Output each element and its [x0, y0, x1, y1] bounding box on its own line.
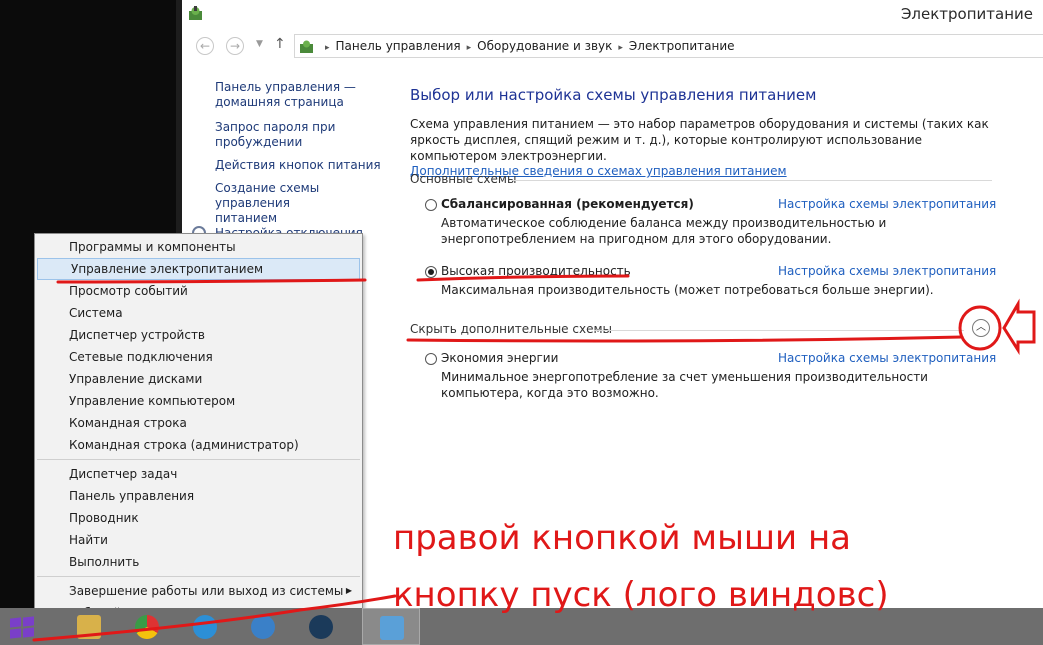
menu-item-task-manager[interactable]: Диспетчер задач: [35, 463, 362, 485]
sidebar-item-power-buttons[interactable]: Действия кнопок питания: [215, 158, 395, 173]
folder-icon: [77, 615, 101, 639]
taskbar-app-explorer[interactable]: [60, 608, 118, 645]
plan-name-balanced[interactable]: Сбалансированная (рекомендуется): [441, 197, 694, 211]
breadcrumb-power-options[interactable]: Электропитание: [629, 39, 735, 53]
submenu-arrow-icon: ▶: [345, 586, 352, 595]
menu-item-power-options[interactable]: Управление электропитанием: [37, 258, 360, 280]
plan-description-power-saver: Минимальное энергопотребление за счет ум…: [441, 370, 928, 400]
sidebar: Панель управления — домашняя страница За…: [215, 80, 395, 234]
chrome-icon: [135, 615, 159, 639]
section-divider: [512, 180, 992, 181]
breadcrumb-separator-icon: ▸: [466, 43, 472, 53]
windows-logo-icon: [10, 617, 21, 628]
hide-additional-plans-header[interactable]: Скрыть дополнительные схемы: [410, 322, 612, 336]
forward-button[interactable]: →: [226, 37, 244, 55]
menu-item-control-panel[interactable]: Панель управления: [35, 485, 362, 507]
plan-name-power-saver[interactable]: Экономия энергии: [441, 351, 558, 365]
plan-description-high-performance: Максимальная производительность (может п…: [441, 283, 934, 297]
menu-item-network-connections[interactable]: Сетевые подключения: [35, 346, 362, 368]
preferred-plans-header: Основные схемы: [410, 172, 517, 186]
taskbar-app-steam[interactable]: [292, 608, 350, 645]
menu-item-programs[interactable]: Программы и компоненты: [35, 236, 362, 258]
sidebar-item-create-plan[interactable]: Создание схемы управления питанием: [215, 181, 395, 226]
collapse-chevron-up-icon[interactable]: ︿: [972, 319, 990, 337]
taskbar-app-skype[interactable]: [176, 608, 234, 645]
taskbar-app-chrome[interactable]: [118, 608, 176, 645]
breadcrumb-control-panel[interactable]: Панель управления: [336, 39, 461, 53]
plan-description-balanced: Автоматическое соблюдение баланса между …: [441, 216, 887, 246]
section-divider: [594, 330, 964, 331]
forward-arrow-icon: →: [229, 39, 241, 53]
control-panel-icon: [189, 6, 202, 20]
power-saver-radio[interactable]: [425, 353, 437, 365]
windows-logo-icon: [23, 627, 34, 638]
up-arrow-icon[interactable]: ↑: [274, 36, 286, 52]
taskbar-app-ie[interactable]: [234, 608, 292, 645]
menu-item-event-viewer[interactable]: Просмотр событий: [35, 280, 362, 302]
intro-text: Схема управления питанием — это набор па…: [410, 117, 989, 163]
recent-locations-dropdown-icon[interactable]: ▼: [256, 39, 263, 49]
menu-item-disk-management[interactable]: Управление дисками: [35, 368, 362, 390]
annotation-line-1: правой кнопкой мыши на: [393, 518, 852, 558]
control-panel-icon: [380, 616, 404, 640]
menu-item-search[interactable]: Найти: [35, 529, 362, 551]
menu-item-system[interactable]: Система: [35, 302, 362, 324]
windows-logo-icon: [23, 616, 34, 627]
breadcrumb: ▸ Панель управления ▸ Оборудование и звук ▸ Э…: [319, 39, 735, 53]
title-bar: Электропитание: [182, 0, 1043, 28]
menu-item-command-prompt[interactable]: Командная строка: [35, 412, 362, 434]
navigation-bar: ← → ▼ ↑ ▸ Панель управления ▸ Оборудование …: [182, 33, 1043, 59]
balanced-radio[interactable]: [425, 199, 437, 211]
internet-explorer-icon: [251, 615, 275, 639]
menu-item-device-manager[interactable]: Диспетчер устройств: [35, 324, 362, 346]
skype-icon: [193, 615, 217, 639]
power-saver-settings-link[interactable]: Настройка схемы электропитания: [778, 351, 996, 365]
start-context-menu: Программы и компоненты Управление электр…: [34, 233, 363, 626]
main-content: Выбор или настройка схемы управления пит…: [410, 86, 1010, 178]
sidebar-item-password-on-wakeup[interactable]: Запрос пароля при пробуждении: [215, 120, 395, 150]
steam-icon: [309, 615, 333, 639]
start-button[interactable]: [10, 616, 36, 639]
breadcrumb-separator-icon: ▸: [618, 43, 623, 53]
annotation-line-2: кнопку пуск (лого виндовс): [393, 575, 889, 615]
menu-item-run[interactable]: Выполнить: [35, 551, 362, 573]
menu-item-command-prompt-admin[interactable]: Командная строка (администратор): [35, 434, 362, 456]
breadcrumb-separator-icon: ▸: [325, 43, 330, 53]
windows-logo-icon: [10, 628, 21, 639]
breadcrumb-hardware-sound[interactable]: Оборудование и звук: [477, 39, 612, 53]
back-arrow-icon: ←: [199, 39, 211, 53]
address-bar[interactable]: ▸ Панель управления ▸ Оборудование и звук ▸ Э…: [294, 34, 1043, 58]
sidebar-item-control-panel-home[interactable]: Панель управления — домашняя страница: [215, 80, 395, 110]
high-performance-settings-link[interactable]: Настройка схемы электропитания: [778, 264, 996, 278]
balanced-settings-link[interactable]: Настройка схемы электропитания: [778, 197, 996, 211]
back-button[interactable]: ←: [196, 37, 214, 55]
high-performance-radio[interactable]: [425, 266, 437, 278]
window-title: Электропитание: [900, 5, 1033, 23]
control-panel-icon: [300, 40, 313, 53]
menu-item-explorer[interactable]: Проводник: [35, 507, 362, 529]
menu-separator: [37, 459, 360, 460]
menu-item-shutdown[interactable]: Завершение работы или выход из системы ▶: [35, 580, 362, 602]
menu-separator: [37, 576, 360, 577]
plan-name-high-performance[interactable]: Высокая производительность: [441, 264, 631, 278]
menu-item-shutdown-label: Завершение работы или выход из системы: [69, 584, 344, 598]
page-title: Выбор или настройка схемы управления пит…: [410, 86, 817, 104]
menu-item-computer-management[interactable]: Управление компьютером: [35, 390, 362, 412]
